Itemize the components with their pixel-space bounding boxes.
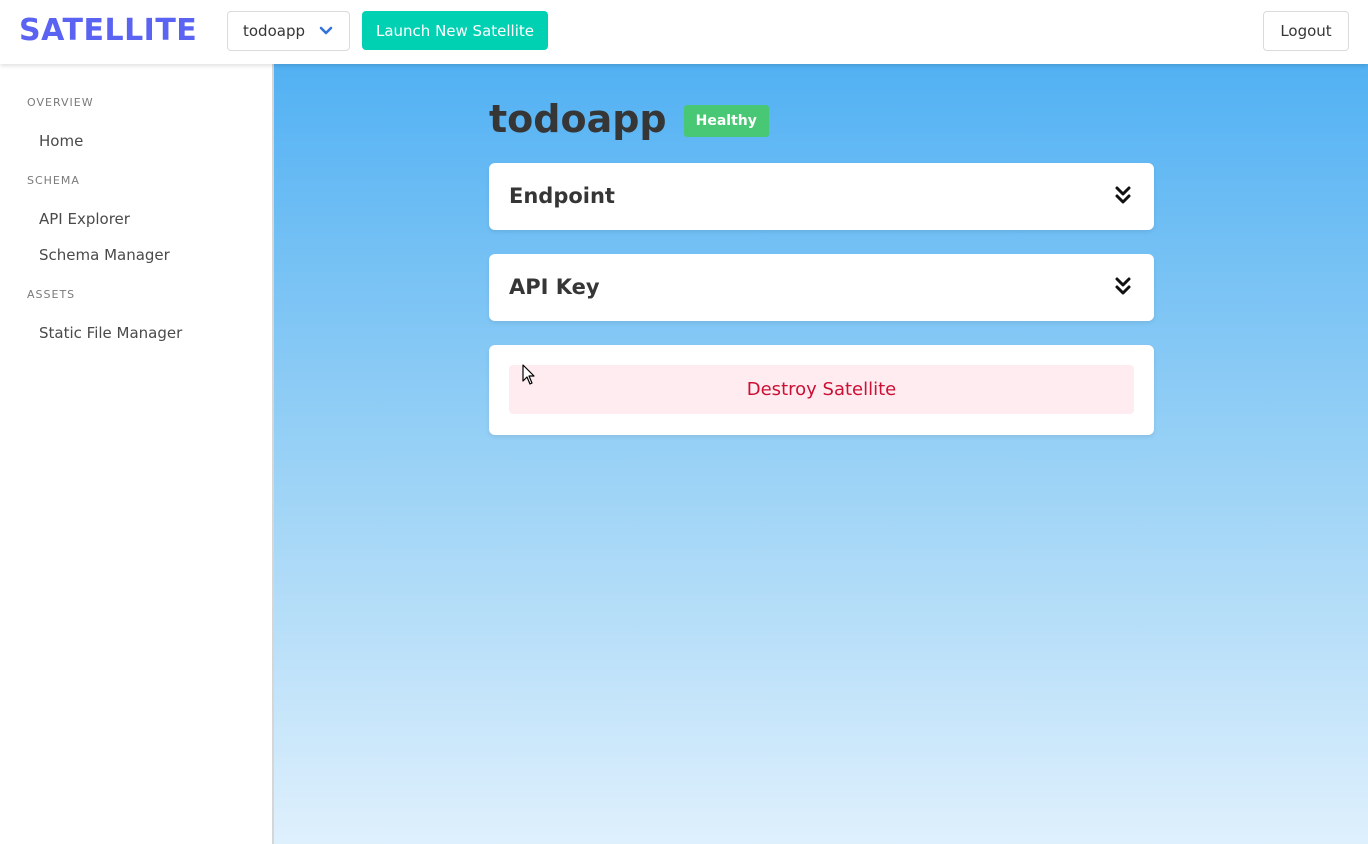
sidebar-item-static-file-manager[interactable]: Static File Manager	[39, 324, 182, 342]
app-selector-value: todoapp	[243, 22, 305, 40]
menu-label-schema: SCHEMA	[27, 174, 80, 187]
app-selector[interactable]: todoapp	[227, 11, 350, 51]
destroy-satellite-button[interactable]: Destroy Satellite	[509, 365, 1134, 414]
menu-label-overview: OVERVIEW	[27, 96, 94, 109]
sidebar-item-api-explorer[interactable]: API Explorer	[39, 210, 130, 228]
double-chevron-down-icon[interactable]	[1114, 276, 1132, 298]
status-badge: Healthy	[683, 105, 769, 137]
endpoint-card[interactable]: Endpoint	[489, 163, 1154, 230]
double-chevron-down-icon[interactable]	[1114, 185, 1132, 207]
endpoint-card-title: Endpoint	[509, 184, 615, 208]
top-navbar: SATELLITE todoapp Launch New Satellite L…	[0, 0, 1368, 64]
launch-new-satellite-button[interactable]: Launch New Satellite	[362, 11, 548, 50]
chevron-down-icon	[319, 26, 333, 35]
destroy-card: Destroy Satellite	[489, 345, 1154, 435]
sidebar: OVERVIEW Home SCHEMA API Explorer Schema…	[0, 64, 272, 844]
logo[interactable]: SATELLITE	[19, 12, 197, 50]
main-content: todoapp Healthy Endpoint API Key Destroy…	[274, 64, 1368, 844]
menu-label-assets: ASSETS	[27, 288, 76, 301]
sidebar-item-home[interactable]: Home	[39, 132, 83, 150]
api-key-card-title: API Key	[509, 275, 600, 299]
api-key-card[interactable]: API Key	[489, 254, 1154, 321]
logout-button[interactable]: Logout	[1263, 11, 1349, 51]
sidebar-item-schema-manager[interactable]: Schema Manager	[39, 246, 170, 264]
page-title: todoapp	[489, 97, 667, 141]
title-row: todoapp Healthy	[489, 96, 769, 142]
